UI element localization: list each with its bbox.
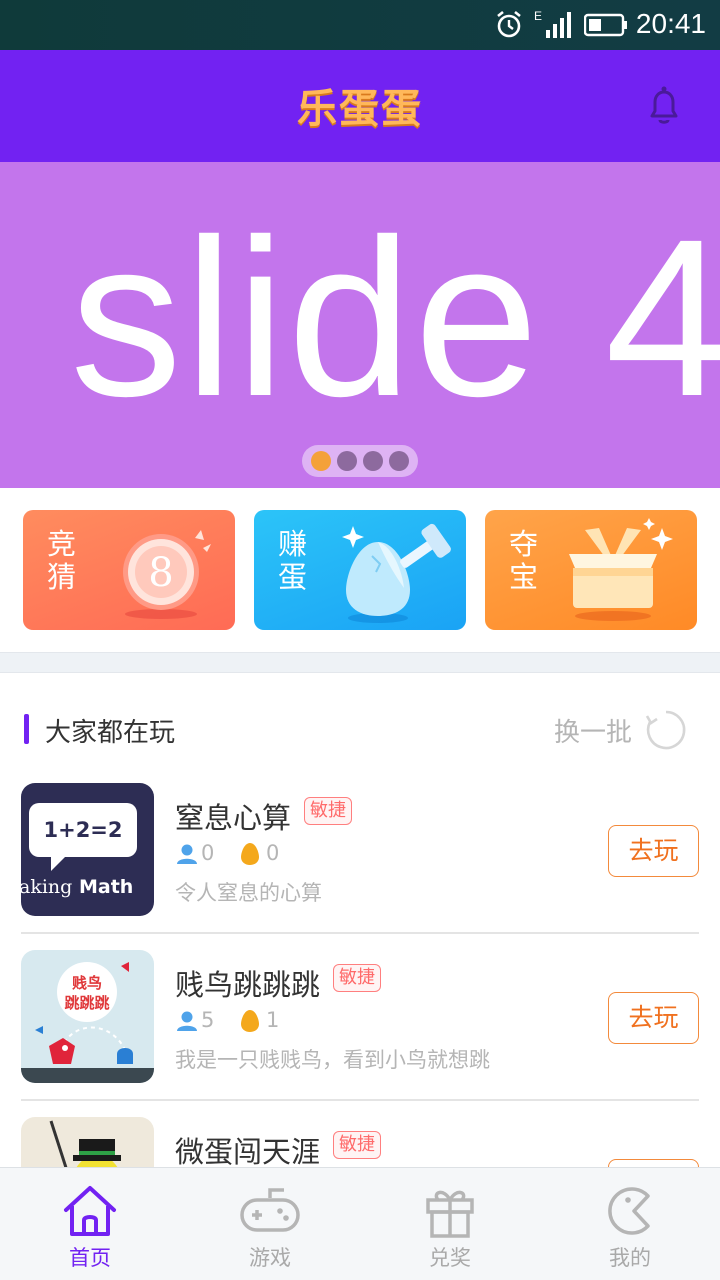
list-separator xyxy=(21,1099,699,1101)
list-separator xyxy=(21,932,699,934)
game-thumbnail-bird: 贱鸟 跳跳跳 xyxy=(21,950,154,1083)
game-name: 窒息心算 xyxy=(175,801,292,835)
gamepad-icon xyxy=(240,1188,300,1232)
card-guess-label: 竞猜 xyxy=(47,527,77,594)
nav-games-label: 游戏 xyxy=(249,1246,291,1270)
section-divider xyxy=(0,652,720,673)
network-type: E xyxy=(534,9,542,23)
signal-icon: E xyxy=(534,9,571,38)
nav-mine[interactable]: 我的 xyxy=(540,1168,720,1280)
gift-icon xyxy=(426,1190,474,1238)
egg-icon xyxy=(241,1010,259,1032)
card-guess[interactable]: 竞猜 8 xyxy=(23,510,235,630)
egg-hammer-icon xyxy=(342,523,451,623)
card-treasure-label: 夺宝 xyxy=(509,527,539,594)
home-icon xyxy=(64,1186,116,1236)
egg-count: 0 xyxy=(266,841,280,865)
game-tag: 敏捷 xyxy=(333,1131,381,1159)
player-count: 0 xyxy=(201,841,215,865)
player-icon xyxy=(177,1011,197,1031)
thumb-caption-a: aking xyxy=(21,876,72,898)
bird-thumbnail-art: 贱鸟 跳跳跳 xyxy=(21,962,154,1083)
game-tag: 敏捷 xyxy=(304,797,352,825)
section-accent-bar xyxy=(24,714,29,744)
nav-home[interactable]: 首页 xyxy=(0,1168,180,1280)
game-description: 令人窒息的心算 xyxy=(175,881,322,905)
banner-dot[interactable] xyxy=(337,451,357,471)
game-description: 我是一只贱贱鸟，看到小鸟就想跳 xyxy=(175,1048,490,1072)
card-treasure[interactable]: 夺宝 xyxy=(485,510,697,630)
bell-icon[interactable] xyxy=(644,84,684,128)
ball-number: 8 xyxy=(148,550,173,596)
pacman-icon xyxy=(608,1187,650,1235)
nav-games[interactable]: 游戏 xyxy=(180,1168,360,1280)
app-header: 乐蛋蛋 xyxy=(0,50,720,162)
game-list-item[interactable]: 1+2=2 aking Math 窒息心算 敏捷 0 0 令人窒息的心算 去玩 xyxy=(0,775,720,941)
treasure-chest-icon xyxy=(569,518,673,621)
game-list-item[interactable]: 贱鸟 跳跳跳 贱鸟跳跳跳 敏捷 5 1 我是一只贱贱鸟，看到小鸟就想跳 去玩 xyxy=(0,942,720,1108)
billiard-ball-icon: 8 xyxy=(123,530,211,619)
banner-slide-text: slide 4 xyxy=(70,193,720,443)
banner-dot[interactable] xyxy=(363,451,383,471)
game-name: 微蛋闯天涯 xyxy=(175,1135,321,1167)
app-logo-title: 乐蛋蛋 xyxy=(297,86,423,132)
game-thumbnail-egg xyxy=(21,1117,154,1167)
nav-mine-label: 我的 xyxy=(609,1246,651,1270)
nav-redeem[interactable]: 兑奖 xyxy=(360,1168,540,1280)
player-count: 5 xyxy=(201,1008,215,1032)
game-list-item[interactable]: 微蛋闯天涯 敏捷 去玩 xyxy=(0,1109,720,1167)
game-thumbnail-math: 1+2=2 aking Math xyxy=(21,783,154,916)
refresh-button[interactable]: 换一批 xyxy=(554,712,632,749)
card-earn-label: 赚蛋 xyxy=(278,527,308,594)
play-button[interactable]: 去玩 xyxy=(608,992,699,1044)
popular-section-header: 大家都在玩 换一批 xyxy=(0,674,720,774)
clock-time: 20:41 xyxy=(635,8,706,39)
thumb-equation: 1+2=2 xyxy=(43,818,122,842)
math-thumbnail-art: 1+2=2 aking Math xyxy=(21,803,137,898)
bottom-navigation: 首页 游戏 兑奖 我的 xyxy=(0,1167,720,1280)
game-name: 贱鸟跳跳跳 xyxy=(175,968,321,1002)
play-button[interactable]: 去玩 xyxy=(608,825,699,877)
refresh-icon[interactable] xyxy=(644,708,688,752)
egg-count: 1 xyxy=(266,1008,280,1032)
egg-icon xyxy=(241,843,259,865)
banner-pagination xyxy=(302,445,418,477)
egg-adventure-thumbnail-art xyxy=(49,1120,121,1167)
card-earn-eggs[interactable]: 赚蛋 xyxy=(254,510,466,630)
thumb-title-1: 贱鸟 xyxy=(72,974,102,992)
nav-home-label: 首页 xyxy=(69,1246,111,1270)
battery-icon xyxy=(584,13,627,37)
banner-dot[interactable] xyxy=(311,451,331,471)
thumb-caption-b: Math xyxy=(79,876,133,898)
game-tag: 敏捷 xyxy=(333,964,381,992)
feature-cards: 竞猜 8 赚蛋 夺宝 xyxy=(0,488,720,652)
status-bar: E 20:41 xyxy=(0,0,720,50)
play-button[interactable]: 去玩 xyxy=(608,1159,699,1167)
section-title: 大家都在玩 xyxy=(45,718,176,748)
thumb-title-2: 跳跳跳 xyxy=(64,994,109,1012)
promo-banner[interactable]: slide 4 xyxy=(0,162,720,488)
player-icon xyxy=(177,844,197,864)
alarm-icon xyxy=(497,10,521,38)
banner-dot[interactable] xyxy=(389,451,409,471)
nav-redeem-label: 兑奖 xyxy=(429,1246,471,1270)
